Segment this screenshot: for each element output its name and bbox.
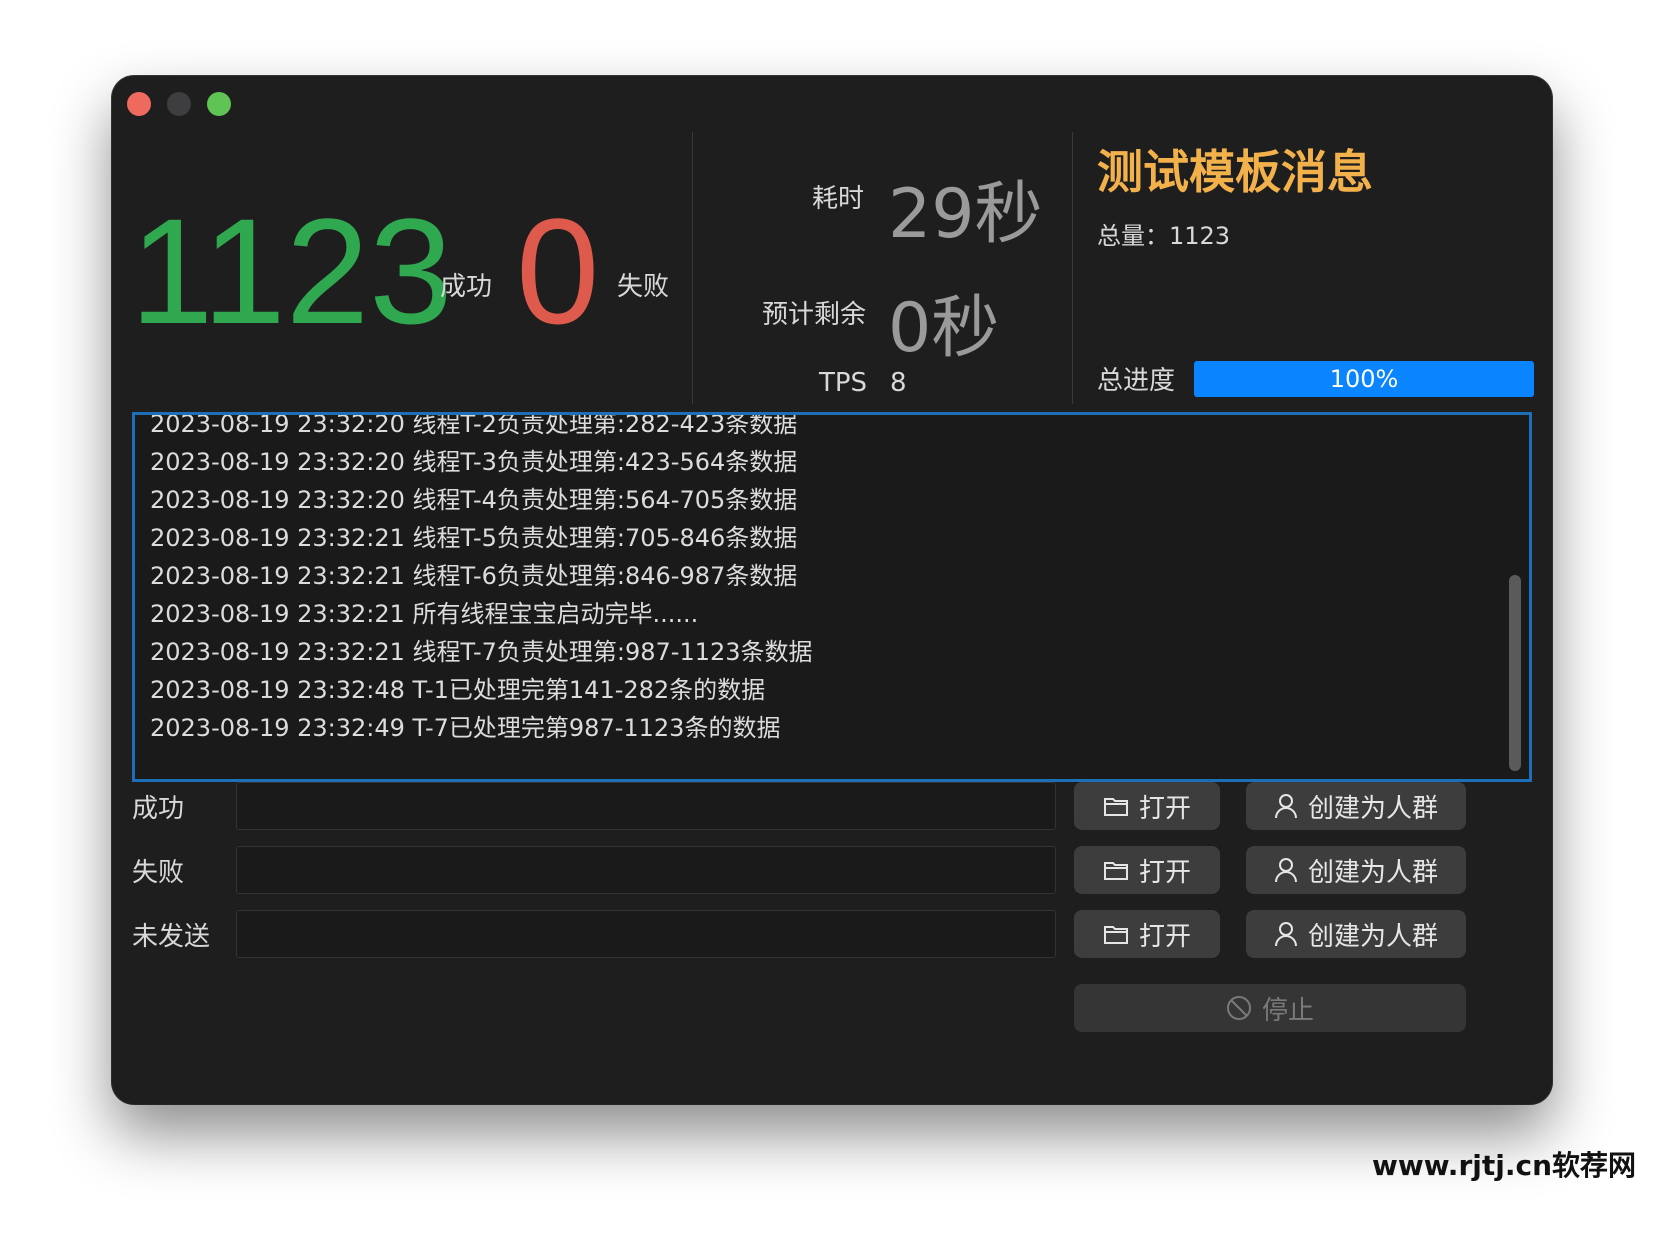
zoom-window-button[interactable] bbox=[207, 92, 231, 116]
create-crowd-fail-button[interactable]: 创建为人群 bbox=[1246, 846, 1466, 894]
open-success-button[interactable]: 打开 bbox=[1074, 782, 1220, 830]
row-label-success: 成功 bbox=[132, 794, 185, 824]
prohibited-icon bbox=[1226, 995, 1252, 1021]
fail-path-field[interactable] bbox=[236, 846, 1056, 894]
create-crowd-success-button[interactable]: 创建为人群 bbox=[1246, 782, 1466, 830]
stop-label: 停止 bbox=[1261, 995, 1314, 1026]
minimize-window-button[interactable] bbox=[167, 92, 191, 116]
elapsed-value: 29秒 bbox=[888, 175, 1043, 254]
open-fail-button[interactable]: 打开 bbox=[1074, 846, 1220, 894]
crowd-label: 创建为人群 bbox=[1307, 857, 1438, 888]
success-label: 成功 bbox=[440, 272, 493, 302]
open-label: 打开 bbox=[1138, 857, 1191, 888]
crowd-label: 创建为人群 bbox=[1307, 921, 1438, 952]
log-line: 2023-08-19 23:32:21 线程T-7负责处理第:987-1123条… bbox=[150, 638, 813, 666]
stop-button[interactable]: 停止 bbox=[1074, 984, 1466, 1032]
log-list: 2023-08-19 23:32:20 线程T-2负责处理第:282-423条数… bbox=[150, 412, 813, 747]
fail-label: 失败 bbox=[617, 272, 670, 302]
row-label-unsent: 未发送 bbox=[132, 922, 211, 952]
close-window-button[interactable] bbox=[127, 92, 151, 116]
log-panel[interactable]: 2023-08-19 23:32:20 线程T-2负责处理第:282-423条数… bbox=[132, 412, 1532, 782]
remaining-label: 预计剩余 bbox=[762, 300, 867, 330]
open-unsent-button[interactable]: 打开 bbox=[1074, 910, 1220, 958]
watermark: www.rjtj.cn软荐网 bbox=[1372, 1149, 1637, 1182]
tps-value: 8 bbox=[890, 368, 907, 398]
log-line: 2023-08-19 23:32:20 线程T-4负责处理第:564-705条数… bbox=[150, 486, 798, 514]
divider bbox=[1072, 132, 1073, 404]
success-path-field[interactable] bbox=[236, 782, 1056, 830]
log-line: 2023-08-19 23:32:20 线程T-2负责处理第:282-423条数… bbox=[150, 412, 798, 438]
row-label-fail: 失败 bbox=[132, 858, 185, 888]
remaining-value: 0秒 bbox=[888, 289, 1000, 368]
progress-bar: 100% bbox=[1194, 361, 1534, 397]
person-icon bbox=[1274, 857, 1298, 883]
app-window: 1123 成功 0 失败 耗时 29秒 预计剩余 0秒 TPS 8 测试模板消息… bbox=[112, 76, 1552, 1104]
log-line: 2023-08-19 23:32:21 线程T-6负责处理第:846-987条数… bbox=[150, 562, 798, 590]
success-count: 1123 bbox=[130, 187, 453, 355]
tps-label: TPS bbox=[819, 368, 868, 398]
create-crowd-unsent-button[interactable]: 创建为人群 bbox=[1246, 910, 1466, 958]
unsent-path-field[interactable] bbox=[236, 910, 1056, 958]
log-line: 2023-08-19 23:32:49 T-7已处理完第987-1123条的数据 bbox=[150, 714, 781, 742]
folder-icon bbox=[1103, 795, 1129, 817]
template-title: 测试模板消息 bbox=[1097, 145, 1373, 199]
elapsed-label: 耗时 bbox=[812, 184, 865, 214]
fail-count: 0 bbox=[516, 187, 600, 355]
crowd-label: 创建为人群 bbox=[1307, 793, 1438, 824]
folder-icon bbox=[1103, 923, 1129, 945]
log-line: 2023-08-19 23:32:20 线程T-3负责处理第:423-564条数… bbox=[150, 448, 798, 476]
log-line: 2023-08-19 23:32:48 T-1已处理完第141-282条的数据 bbox=[150, 676, 766, 704]
progress-text: 100% bbox=[1329, 365, 1399, 393]
total-count: 总量：1123 bbox=[1097, 222, 1231, 250]
log-line: 2023-08-19 23:32:21 线程T-5负责处理第:705-846条数… bbox=[150, 524, 798, 552]
progress-label: 总进度 bbox=[1097, 366, 1176, 396]
divider bbox=[692, 132, 693, 404]
log-scrollbar[interactable] bbox=[1509, 575, 1521, 771]
person-icon bbox=[1274, 921, 1298, 947]
folder-icon bbox=[1103, 859, 1129, 881]
person-icon bbox=[1274, 793, 1298, 819]
log-line: 2023-08-19 23:32:21 所有线程宝宝启动完毕...... bbox=[150, 600, 699, 628]
open-label: 打开 bbox=[1138, 921, 1191, 952]
open-label: 打开 bbox=[1138, 793, 1191, 824]
